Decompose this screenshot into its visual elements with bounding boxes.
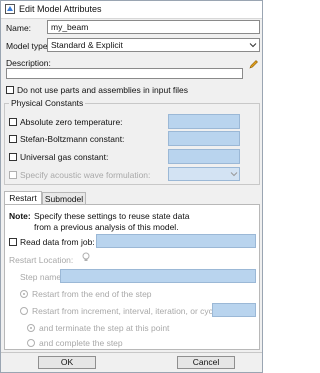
model-attributes-icon bbox=[5, 4, 15, 14]
restart-increment-radio[interactable] bbox=[20, 307, 28, 315]
window-title: Edit Model Attributes bbox=[19, 4, 102, 14]
tab-restart-label: Restart bbox=[9, 193, 37, 203]
pencil-icon[interactable] bbox=[248, 59, 259, 70]
do-not-use-parts-label: Do not use parts and assemblies in input… bbox=[17, 85, 189, 95]
absolute-zero-checkbox[interactable] bbox=[9, 118, 17, 126]
description-field[interactable] bbox=[6, 68, 243, 79]
note-bold: Note: bbox=[9, 211, 31, 221]
restart-end-radio[interactable] bbox=[20, 290, 28, 298]
note-line1: Specify these settings to reuse state da… bbox=[34, 211, 190, 221]
universal-gas-input[interactable] bbox=[168, 149, 240, 164]
step-name-label: Step name: bbox=[20, 272, 64, 282]
universal-gas-checkbox[interactable] bbox=[9, 153, 17, 161]
acoustic-wave-label: Specify acoustic wave formulation: bbox=[20, 170, 151, 180]
model-type-label: Model type: bbox=[6, 41, 50, 51]
ok-button-label: OK bbox=[60, 357, 74, 367]
restart-location-label: Restart Location: bbox=[9, 255, 74, 265]
restart-increment-input[interactable] bbox=[212, 303, 256, 317]
stefan-boltzmann-checkbox[interactable] bbox=[9, 135, 17, 143]
read-data-label: Read data from job: bbox=[20, 237, 95, 247]
step-name-input[interactable] bbox=[60, 269, 256, 283]
acoustic-wave-checkbox[interactable] bbox=[9, 171, 17, 179]
lightbulb-icon bbox=[81, 252, 91, 263]
acoustic-wave-select[interactable] bbox=[168, 167, 240, 181]
chevron-down-icon bbox=[230, 170, 238, 178]
tab-submodel-label: Submodel bbox=[44, 194, 84, 204]
name-label: Name: bbox=[6, 23, 32, 33]
absolute-zero-label: Absolute zero temperature: bbox=[20, 117, 123, 127]
model-type-value: Standard & Explicit bbox=[51, 40, 123, 50]
cancel-button-label: Cancel bbox=[192, 357, 220, 367]
chevron-down-icon bbox=[249, 41, 257, 49]
stefan-boltzmann-label: Stefan-Boltzmann constant: bbox=[20, 134, 125, 144]
complete-step-radio[interactable] bbox=[27, 339, 35, 347]
read-data-checkbox[interactable] bbox=[9, 238, 17, 246]
cancel-button[interactable]: Cancel bbox=[177, 356, 235, 369]
note-line2: from a previous analysis of this model. bbox=[34, 222, 179, 232]
terminate-step-radio[interactable] bbox=[27, 324, 35, 332]
model-type-select[interactable]: Standard & Explicit bbox=[47, 38, 260, 52]
name-field-value: my_beam bbox=[51, 22, 89, 32]
read-data-input[interactable] bbox=[96, 234, 256, 248]
terminate-step-label: and terminate the step at this point bbox=[39, 323, 170, 333]
footer-divider bbox=[1, 352, 262, 353]
physical-constants-label: Physical Constants bbox=[9, 98, 86, 108]
restart-panel: Note: Specify these settings to reuse st… bbox=[4, 204, 260, 350]
complete-step-label: and complete the step bbox=[39, 338, 123, 348]
restart-end-label: Restart from the end of the step bbox=[32, 289, 152, 299]
stefan-boltzmann-input[interactable] bbox=[168, 131, 240, 146]
name-field[interactable]: my_beam bbox=[47, 20, 260, 34]
tab-restart[interactable]: Restart bbox=[4, 191, 42, 205]
edit-model-attributes-dialog: Edit Model Attributes Name: my_beam Mode… bbox=[0, 0, 263, 373]
ok-button[interactable]: OK bbox=[38, 356, 96, 369]
description-label: Description: bbox=[6, 58, 51, 68]
absolute-zero-input[interactable] bbox=[168, 114, 240, 129]
do-not-use-parts-checkbox[interactable] bbox=[6, 86, 14, 94]
universal-gas-label: Universal gas constant: bbox=[20, 152, 109, 162]
restart-increment-label: Restart from increment, interval, iterat… bbox=[32, 306, 222, 316]
title-bar: Edit Model Attributes bbox=[1, 1, 262, 19]
